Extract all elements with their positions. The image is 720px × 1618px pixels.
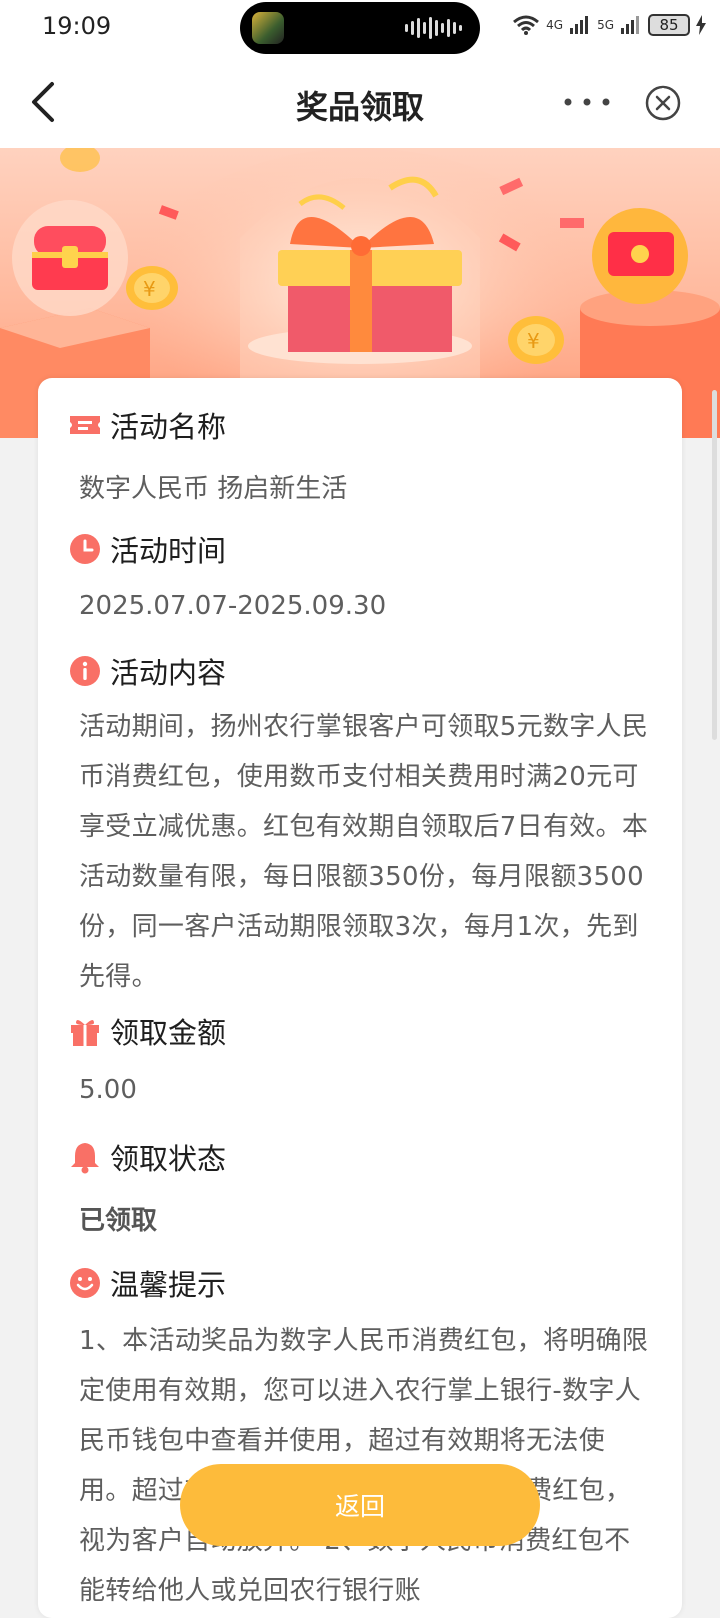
close-mini-program-icon[interactable] (644, 84, 682, 122)
audio-wave-icon (405, 16, 462, 40)
info-icon (70, 656, 100, 686)
status-bar: 19:09 4G 5G 85 (0, 0, 720, 56)
section-prize-amount: 领取金额 (68, 1010, 226, 1052)
ticket-icon (70, 416, 100, 434)
tips-title: 温馨提示 (110, 1268, 227, 1302)
wifi-icon (513, 15, 540, 35)
gift-icon (71, 1019, 99, 1046)
section-tips: 温馨提示 (68, 1262, 226, 1304)
signal-4g-icon (570, 16, 589, 34)
scrollbar[interactable] (712, 390, 717, 740)
signal-5g-icon (621, 16, 639, 34)
music-cover-icon (252, 12, 284, 44)
activity-content-text: 活动期间，扬州农行掌银客户可领取5元数字人民币消费红包，使用数币支付相关费用时满… (79, 712, 649, 992)
network-5g-label: 5G (597, 18, 614, 32)
section-activity-content: 活动内容 (68, 650, 226, 692)
svg-text:¥: ¥ (527, 329, 540, 353)
battery-level: 85 (659, 16, 679, 34)
treasure-chest-icon (12, 200, 128, 316)
red-envelope-icon (592, 208, 688, 304)
activity-time-title: 活动时间 (110, 534, 227, 568)
more-options-icon[interactable] (562, 90, 612, 114)
section-claim-status: 领取状态 (68, 1136, 226, 1178)
section-activity-time: 活动时间 (68, 528, 226, 570)
claim-status-value: 已领取 (79, 1206, 158, 1236)
svg-text:¥: ¥ (143, 277, 156, 301)
page-title: 奖品领取 (295, 88, 424, 126)
prize-amount-title: 领取金额 (110, 1016, 227, 1050)
activity-name-value: 数字人民币 扬启新生活 (79, 474, 348, 504)
charging-icon (696, 15, 706, 35)
smile-icon (70, 1268, 100, 1298)
section-activity-name: 活动名称 (68, 404, 226, 446)
activity-name-title: 活动名称 (110, 410, 227, 444)
activity-content-title: 活动内容 (110, 656, 227, 690)
status-time: 19:09 (42, 12, 112, 40)
battery-icon: 85 (648, 14, 690, 36)
bell-icon (71, 1143, 99, 1174)
network-4g-label: 4G (546, 18, 564, 32)
claim-status-title: 领取状态 (110, 1142, 227, 1176)
activity-info-card: 活动名称 数字人民币 扬启新生活 活动时间 2025.07.07-2025.09… (38, 378, 682, 1618)
dynamic-island[interactable] (240, 2, 480, 54)
status-icons: 4G 5G 85 (512, 14, 706, 36)
return-button[interactable]: 返回 (180, 1464, 540, 1546)
navigation-bar: 奖品领取 (0, 56, 720, 148)
clock-icon (70, 534, 100, 564)
activity-time-value: 2025.07.07-2025.09.30 (79, 591, 387, 621)
prize-amount-value: 5.00 (79, 1075, 137, 1105)
